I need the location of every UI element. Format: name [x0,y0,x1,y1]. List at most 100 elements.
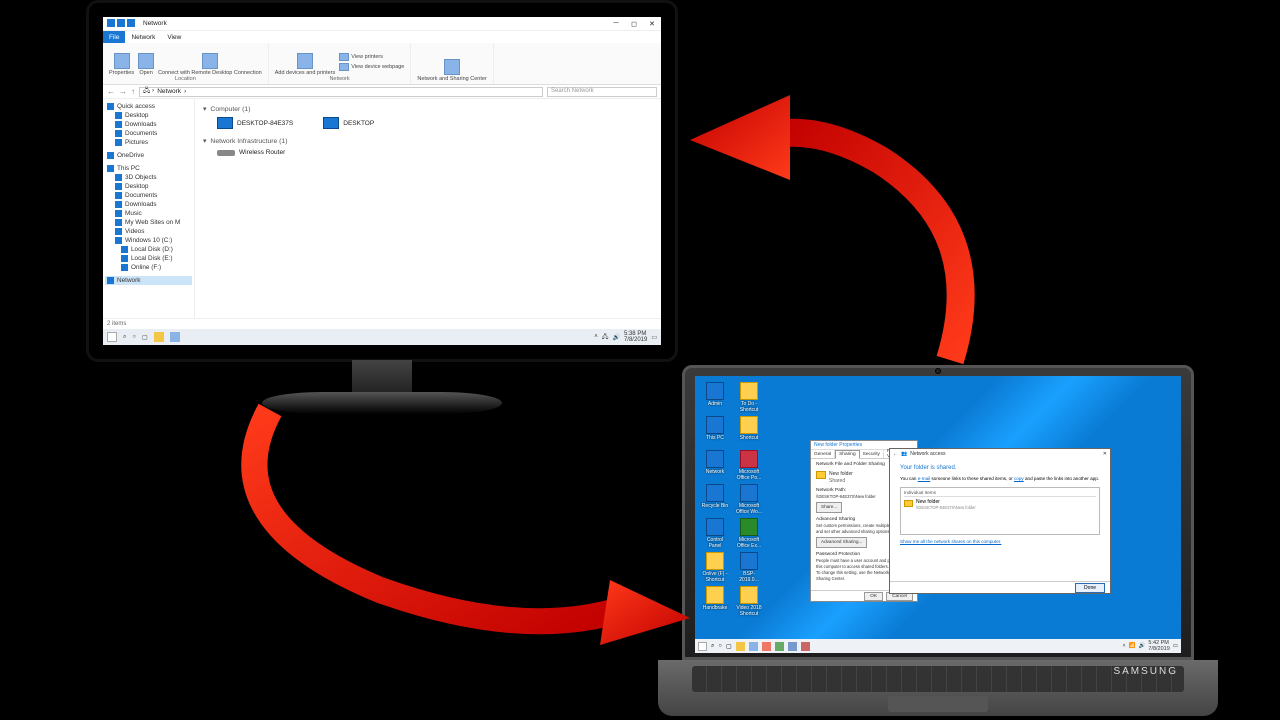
explorer-icon[interactable] [170,332,180,342]
arrow-left-icon[interactable]: ← [893,451,898,457]
close-button[interactable]: ✕ [647,19,657,29]
taskview-icon[interactable]: ▢ [726,643,732,650]
add-devices-button[interactable]: Add devices and printers [275,53,336,76]
notifications-icon[interactable]: ▭ [1173,643,1178,649]
tray-up-icon[interactable]: ˄ [594,334,598,340]
nav-onedrive[interactable]: OneDrive [105,151,192,160]
desktop-icon-to-do-shortcut[interactable]: To Do - Shortcut [735,382,763,413]
nav-quick-access[interactable]: Quick access [105,102,192,111]
nav-e-drive[interactable]: Local Disk (E:) [105,254,192,263]
app-icon[interactable] [788,642,797,651]
chrome-icon[interactable] [154,332,164,342]
nav-websites[interactable]: My Web Sites on M [105,218,192,227]
desktop-icon-this-pc[interactable]: This PC [701,416,729,441]
search-icon[interactable]: ⌕ [123,334,126,341]
start-button[interactable] [698,642,707,651]
router-item[interactable]: Wireless Router [217,149,285,156]
clock[interactable]: 5:42 PM7/8/2019 [1148,640,1169,652]
view-webpage-button[interactable]: View device webpage [339,63,404,71]
computer-item-1[interactable]: DESKTOP-84E37S [217,117,293,129]
sound-tray-icon[interactable]: 🔊 [612,334,619,341]
search-input[interactable]: Search Network [547,87,657,97]
app-icon[interactable] [801,642,810,651]
email-link[interactable]: e-mail [918,476,931,481]
desktop-icon-microsoft-office-po-[interactable]: Microsoft Office Po... [735,450,763,481]
desktop-icon-onlive-f-shortcut[interactable]: Onlive (F) - Shortcut [701,552,729,583]
desktop-icon-handbrake[interactable]: Handbrake [701,586,729,611]
view-printers-button[interactable]: View printers [339,53,404,61]
cortana-icon[interactable]: ○ [718,643,722,649]
tab-sharing[interactable]: Sharing [835,450,860,459]
desktop-icon-bsp-2019-0-[interactable]: BSP-2019.0... [735,552,763,583]
laptop-trackpad [888,696,988,712]
nav-desktop2[interactable]: Desktop [105,182,192,191]
cortana-icon[interactable]: ○ [132,334,136,340]
chrome-icon[interactable] [736,642,745,651]
taskview-icon[interactable]: ▢ [142,334,148,341]
nav-desktop[interactable]: Desktop [105,111,192,120]
nav-this-pc[interactable]: This PC [105,164,192,173]
nav-videos[interactable]: Videos [105,227,192,236]
notifications-icon[interactable]: ▭ [651,334,657,341]
share-list-item[interactable]: New folder \\DESKTOP-84E37S\New folder [904,499,1096,510]
icon-label: Microsoft Office Ex... [735,537,763,549]
app-icon[interactable] [775,642,784,651]
wifi-icon[interactable]: 📶 [1129,643,1136,649]
done-button[interactable]: Done [1075,583,1105,593]
group-computer-header[interactable]: ▾ Computer (1) [203,105,653,113]
tray-up-icon[interactable]: ˄ [1122,643,1125,649]
nav-network[interactable]: Network [105,276,192,285]
computer-item-2[interactable]: DESKTOP [323,117,374,129]
nav-3d-objects[interactable]: 3D Objects [105,173,192,182]
nav-music[interactable]: Music [105,209,192,218]
nav-documents[interactable]: Documents [105,129,192,138]
desktop-icon-control-panel[interactable]: Control Panel [701,518,729,549]
desktop-icon-recycle-bin[interactable]: Recycle Bin [701,484,729,509]
minimize-button[interactable]: ─ [611,19,621,29]
properties-button[interactable]: Properties [109,53,134,76]
drive-icon [121,255,128,262]
sound-icon[interactable]: 🔊 [1139,643,1146,649]
desktop-icon-network[interactable]: Network [701,450,729,475]
desktop-icon-admin[interactable]: Admin [701,382,729,407]
desktop-icon-microsoft-office-wo-[interactable]: Microsoft Office Wo... [735,484,763,515]
search-icon[interactable]: ⌕ [711,643,714,650]
router-icon [217,150,235,156]
icon-glyph [706,416,724,434]
back-button[interactable]: ← [107,87,115,96]
remote-desktop-button[interactable]: Connect with Remote Desktop Connection [158,53,262,76]
nav-documents2[interactable]: Documents [105,191,192,200]
nav-f-drive[interactable]: Online (F:) [105,263,192,272]
tab-general[interactable]: General [811,450,835,458]
nav-pictures[interactable]: Pictures [105,138,192,147]
desktop-icon-video-2018-shortcut[interactable]: Video 2018 Shortcut [735,586,763,617]
desktop-icon-shortcut[interactable]: Shortcut [735,416,763,441]
tab-file[interactable]: File [103,31,125,43]
clock[interactable]: 5:38 PM7/8/2019 [624,331,647,343]
share-button[interactable]: Share... [816,502,842,512]
tab-security[interactable]: Security [860,450,884,458]
close-button[interactable]: ✕ [1103,451,1107,457]
advanced-sharing-button[interactable]: Advanced Sharing... [816,537,867,547]
nav-downloads2[interactable]: Downloads [105,200,192,209]
desktop-icon-microsoft-office-ex-[interactable]: Microsoft Office Ex... [735,518,763,549]
network-tray-icon[interactable]: 🖧 [602,332,609,342]
open-button[interactable]: Open [138,53,154,76]
start-button[interactable] [107,332,117,342]
show-shares-link[interactable]: Show me all the network shares on this c… [900,539,1100,544]
breadcrumb[interactable]: 🖧 › Network › [139,87,543,97]
maximize-button[interactable]: ◻ [629,19,639,29]
nav-downloads[interactable]: Downloads [105,120,192,129]
copy-link[interactable]: copy [1014,476,1024,481]
forward-button[interactable]: → [119,87,127,96]
explorer-icon[interactable] [749,642,758,651]
tab-network[interactable]: Network [125,31,161,43]
nav-d-drive[interactable]: Local Disk (D:) [105,245,192,254]
tab-view[interactable]: View [161,31,187,43]
nav-c-drive[interactable]: Windows 10 (C:) [105,236,192,245]
sharing-center-button[interactable]: Network and Sharing Center [417,59,486,82]
up-button[interactable]: ↑ [131,87,135,96]
group-infra-header[interactable]: ▾ Network Infrastructure (1) [203,137,653,145]
app-icon[interactable] [762,642,771,651]
ok-button[interactable]: OK [864,592,883,601]
